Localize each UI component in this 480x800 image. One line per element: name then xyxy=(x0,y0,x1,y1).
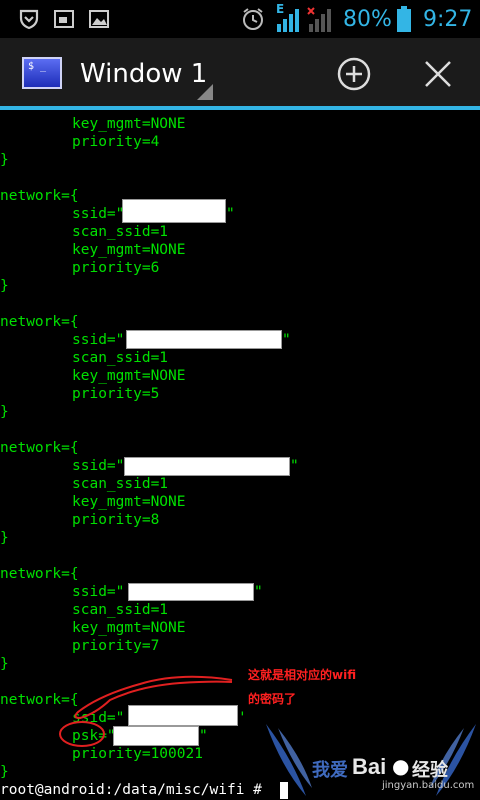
annotation-scribble xyxy=(59,675,233,747)
baidu-watermark: 我爱 Bai ● 经验 jingyan.baidu.com xyxy=(262,718,480,800)
watermark-url: jingyan.baidu.com xyxy=(382,780,475,791)
paw-icon: ● xyxy=(392,754,410,778)
annotation-text-line2: 的密码了 xyxy=(248,692,297,706)
watermark-prefix: 我爱 xyxy=(312,760,348,781)
watermark-brand-suffix: 经验 xyxy=(412,760,448,781)
annotation-text-line1: 这就是相对应的wifi xyxy=(248,668,357,682)
watermark-brand: Bai xyxy=(352,754,387,779)
